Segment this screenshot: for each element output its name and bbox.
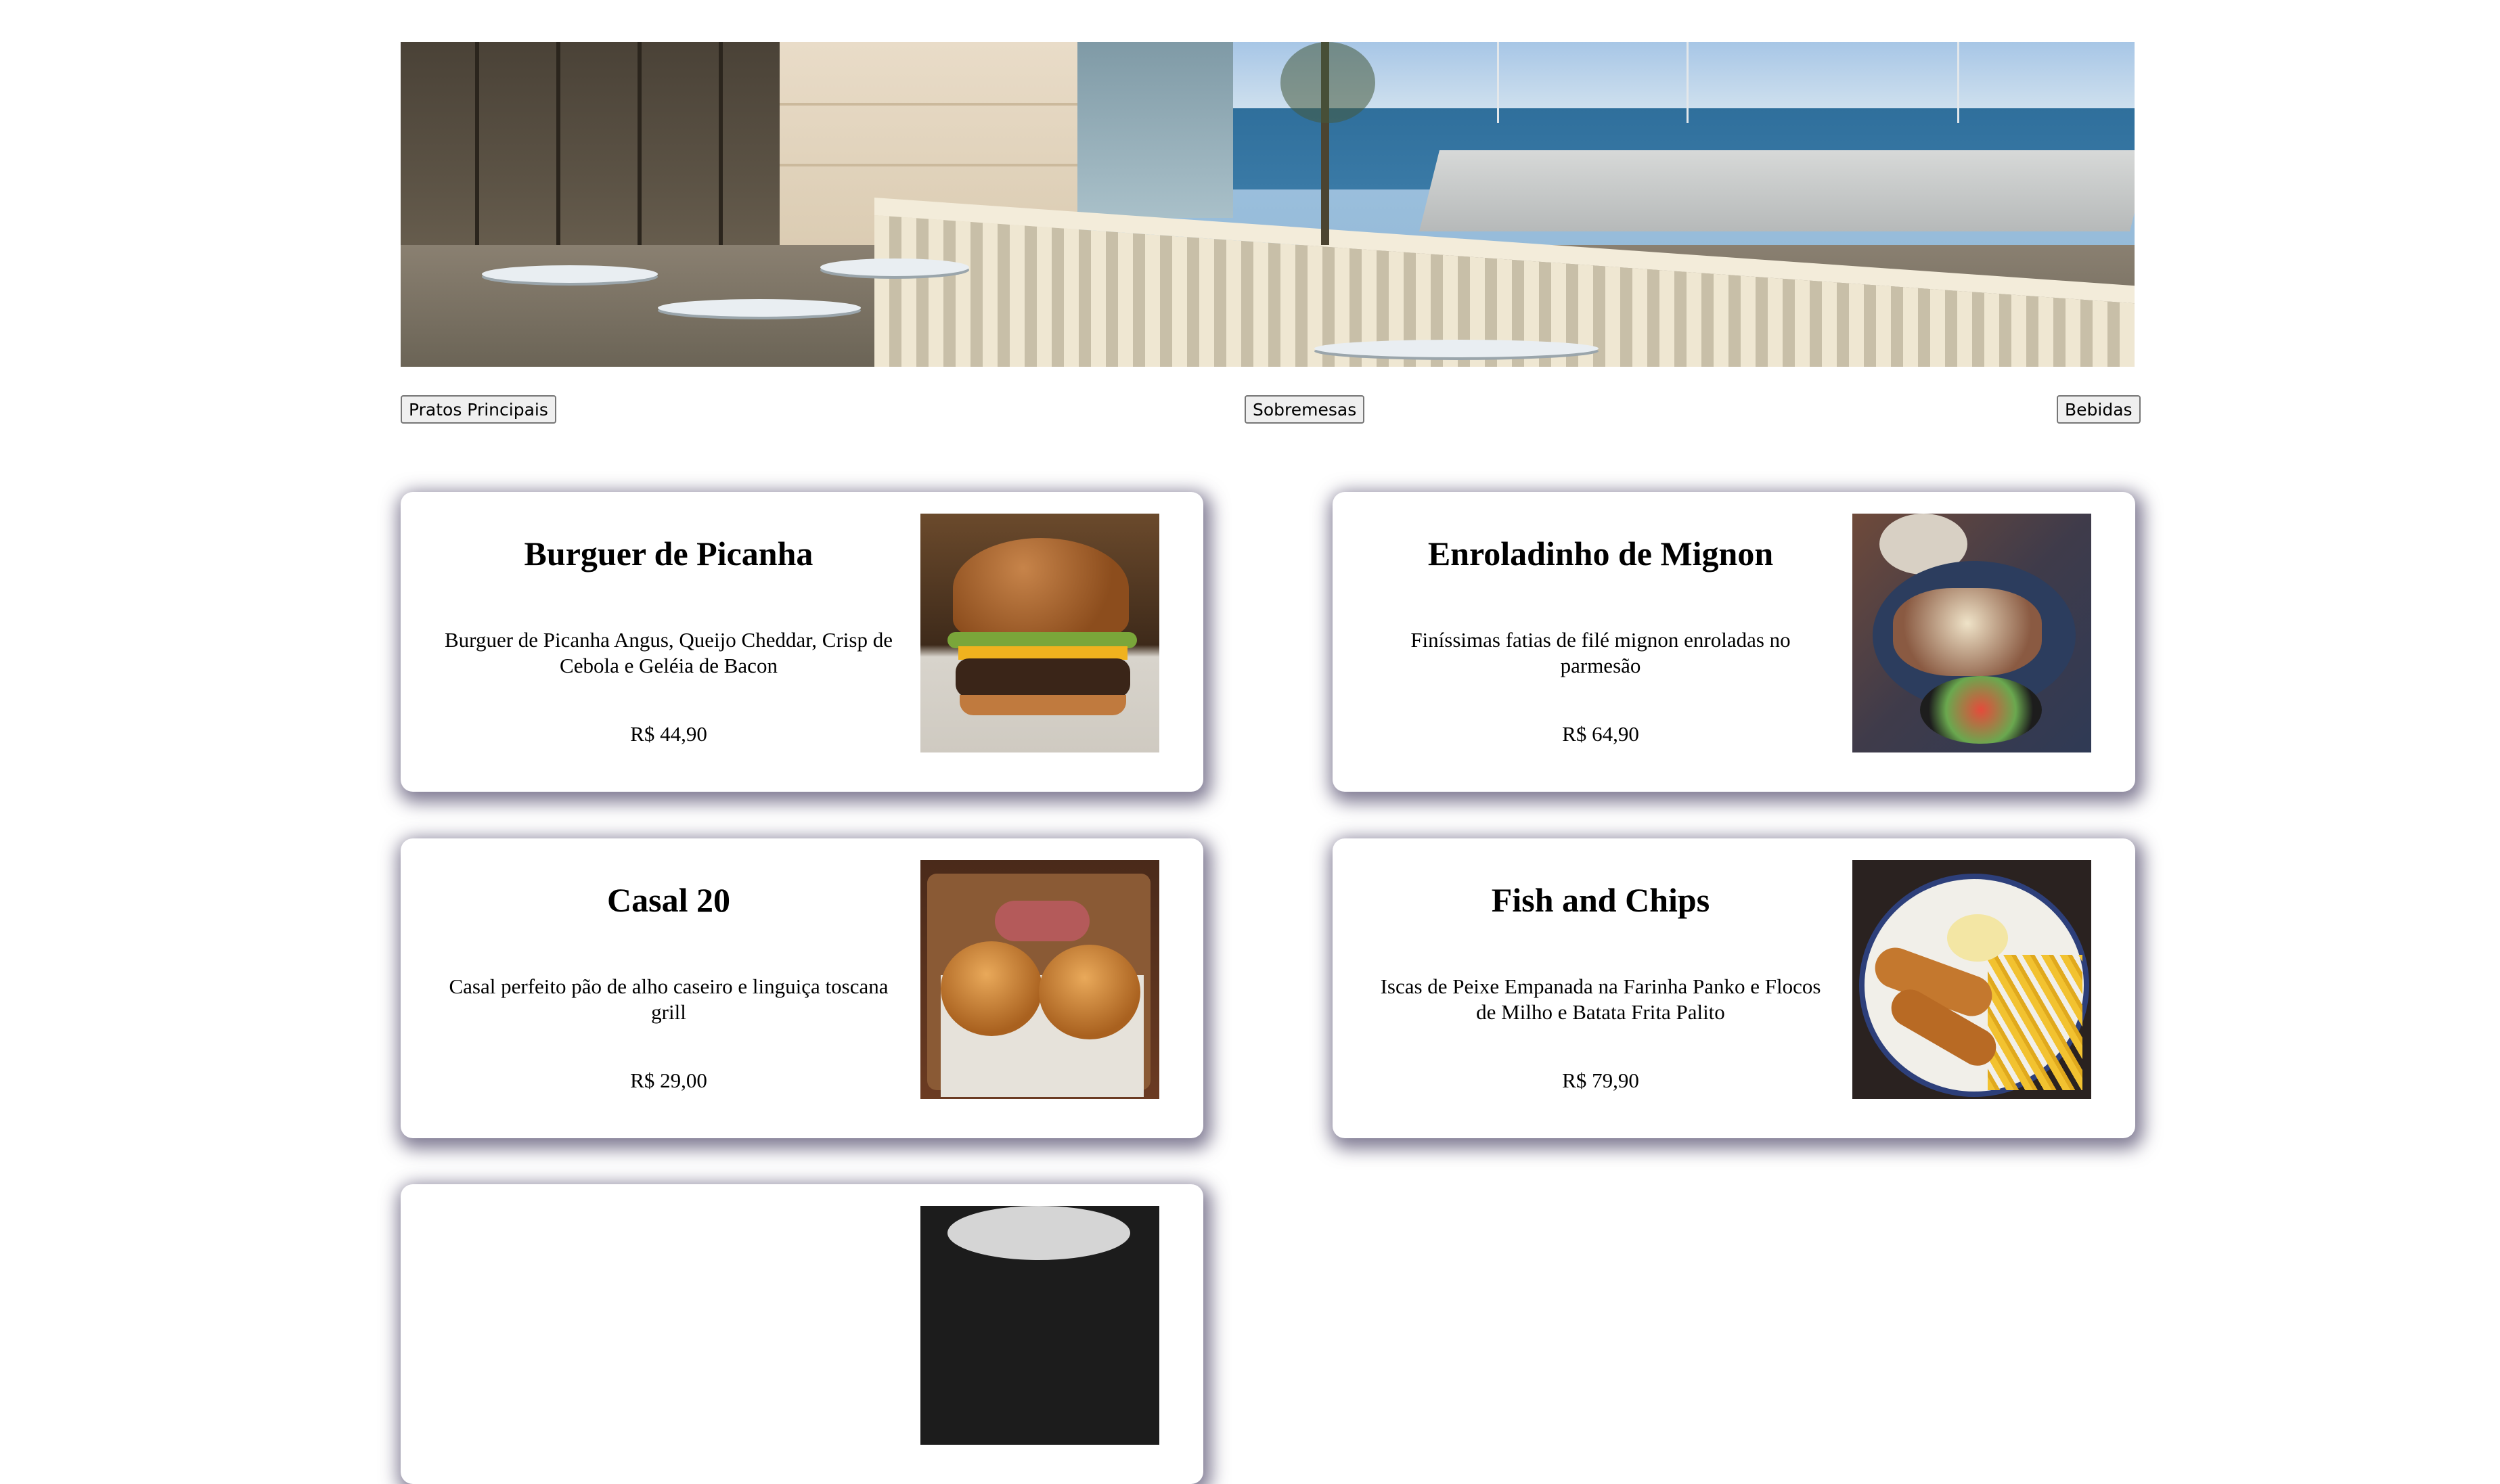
garlic-bread-photo (920, 860, 1159, 1099)
hero-banner-image (401, 42, 2135, 367)
menu-item-card[interactable]: Fish and Chips Iscas de Peixe Empanada n… (1333, 838, 2135, 1138)
burger-photo (920, 514, 1159, 752)
menu-item-price: R$ 79,90 (1562, 1069, 1639, 1092)
dish-photo (920, 1206, 1159, 1445)
menu-item-price: R$ 44,90 (630, 722, 707, 746)
fish-and-chips-photo (1852, 860, 2091, 1099)
tab-sobremesas[interactable]: Sobremesas (1245, 395, 1365, 424)
menu-item-card[interactable]: Burguer de Picanha Burguer de Picanha An… (401, 492, 1203, 792)
menu-item-title: Fish and Chips (1491, 881, 1710, 919)
menu-item-description: Finíssimas fatias de filé mignon enrolad… (1410, 628, 1791, 677)
menu-item-title: Enroladinho de Mignon (1427, 535, 1774, 572)
menu-item-title: Casal 20 (607, 881, 730, 919)
menu-item-card[interactable] (401, 1184, 1203, 1484)
menu-item-description: Iscas de Peixe Empanada na Farinha Panko… (1380, 974, 1821, 1024)
mignon-photo (1852, 514, 2091, 752)
menu-item-description: Casal perfeito pão de alho caseiro e lin… (449, 974, 889, 1024)
tab-pratos-principais[interactable]: Pratos Principais (401, 395, 556, 424)
menu-item-price: R$ 29,00 (630, 1069, 707, 1092)
tab-bebidas[interactable]: Bebidas (2057, 395, 2141, 424)
menu-item-card[interactable]: Casal 20 Casal perfeito pão de alho case… (401, 838, 1203, 1138)
menu-item-card[interactable]: Enroladinho de Mignon Finíssimas fatias … (1333, 492, 2135, 792)
menu-item-price: R$ 64,90 (1562, 722, 1639, 746)
menu-item-description: Burguer de Picanha Angus, Queijo Cheddar… (445, 628, 893, 677)
menu-item-title: Burguer de Picanha (524, 535, 813, 572)
